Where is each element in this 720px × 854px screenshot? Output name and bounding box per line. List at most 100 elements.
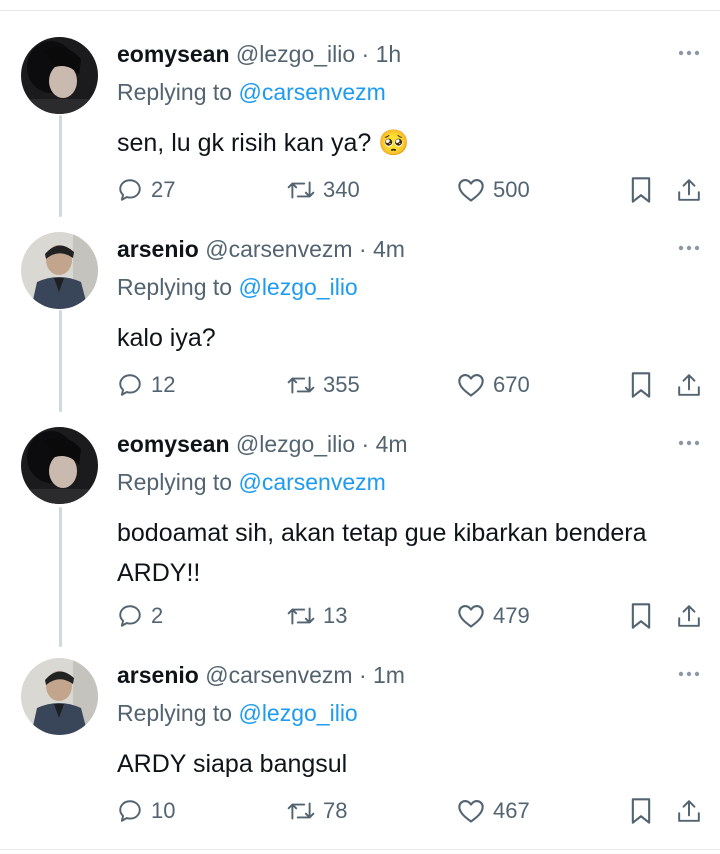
avatar-image (21, 232, 98, 309)
avatar[interactable] (21, 427, 98, 504)
tweet-text: ARDY siapa bangsul (117, 750, 348, 778)
replying-to: Replying to @carsenvezm (117, 77, 386, 107)
replying-to: Replying to @lezgo_ilio (117, 272, 358, 302)
username[interactable]: @lezgo_ilio (236, 431, 355, 457)
action-bar: 27 340 500 (0, 175, 720, 205)
avatar[interactable] (21, 37, 98, 114)
display-name[interactable]: arsenio (117, 236, 199, 262)
like-count: 500 (493, 177, 530, 202)
separator: · (361, 41, 370, 67)
reply-count: 27 (151, 177, 176, 202)
reply-icon (119, 800, 141, 822)
share-button[interactable] (677, 175, 701, 205)
reply-count: 12 (151, 372, 176, 397)
retweet-icon (287, 376, 315, 394)
replying-mention[interactable]: @carsenvezm (238, 79, 385, 105)
bookmark-button[interactable] (629, 175, 653, 205)
retweet-button[interactable]: 78 (287, 796, 347, 826)
avatar[interactable] (21, 232, 98, 309)
more-icon[interactable] (677, 439, 701, 447)
heart-icon (458, 179, 484, 202)
like-count: 670 (493, 372, 530, 397)
avatar[interactable] (21, 658, 98, 735)
like-button[interactable]: 479 (457, 601, 530, 631)
heart-icon (458, 605, 484, 628)
separator: · (361, 431, 370, 457)
separator: · (358, 236, 367, 262)
like-count: 479 (493, 603, 530, 628)
retweet-button[interactable]: 340 (287, 175, 360, 205)
retweet-count: 340 (323, 177, 360, 202)
bookmark-icon (631, 177, 651, 203)
tweet-header: eomysean @lezgo_ilio · 1h (117, 39, 401, 69)
heart-icon (458, 800, 484, 823)
timestamp[interactable]: 1h (376, 41, 402, 67)
display-name[interactable]: arsenio (117, 662, 199, 688)
share-icon (678, 374, 700, 396)
username[interactable]: @lezgo_ilio (236, 41, 355, 67)
like-count: 467 (493, 798, 530, 823)
reply-button[interactable]: 27 (117, 175, 175, 205)
share-icon (678, 179, 700, 201)
reply-button[interactable]: 12 (117, 370, 175, 400)
replying-mention[interactable]: @lezgo_ilio (238, 274, 357, 300)
tweet-text: bodoamat sih, akan tetap gue kibarkan be… (117, 519, 647, 587)
retweet-count: 355 (323, 372, 360, 397)
replying-label: Replying to (117, 469, 233, 495)
heart-icon (458, 374, 484, 397)
tweet-text: sen, lu gk risih kan ya? 🥺 (117, 129, 410, 157)
action-bar: 2 13 479 (0, 601, 720, 631)
more-icon[interactable] (677, 670, 701, 678)
tweet-header: eomysean @lezgo_ilio · 4m (117, 429, 408, 459)
retweet-count: 78 (323, 798, 348, 823)
reply-count: 2 (151, 603, 164, 628)
retweet-button[interactable]: 13 (287, 601, 347, 631)
like-button[interactable]: 670 (457, 370, 530, 400)
replying-to: Replying to @lezgo_ilio (117, 698, 358, 728)
reply-button[interactable]: 2 (117, 601, 163, 631)
bookmark-icon (631, 372, 651, 398)
reply-icon (119, 179, 141, 201)
more-icon[interactable] (677, 244, 701, 252)
replying-mention[interactable]: @carsenvezm (238, 469, 385, 495)
bookmark-icon (631, 603, 651, 629)
bottom-divider (0, 849, 720, 850)
more-icon[interactable] (677, 49, 701, 57)
timestamp[interactable]: 1m (373, 662, 405, 688)
bookmark-icon (631, 798, 651, 824)
reply-icon (119, 605, 141, 627)
timestamp[interactable]: 4m (373, 236, 405, 262)
bookmark-button[interactable] (629, 601, 653, 631)
tweet-header: arsenio @carsenvezm · 1m (117, 660, 405, 690)
replying-label: Replying to (117, 79, 233, 105)
action-bar: 10 78 467 (0, 796, 720, 826)
share-button[interactable] (677, 601, 701, 631)
bookmark-button[interactable] (629, 370, 653, 400)
share-button[interactable] (677, 796, 701, 826)
replying-label: Replying to (117, 700, 233, 726)
reply-button[interactable]: 10 (117, 796, 175, 826)
retweet-icon (287, 181, 315, 199)
separator: · (358, 662, 367, 688)
username[interactable]: @carsenvezm (205, 662, 352, 688)
retweet-button[interactable]: 355 (287, 370, 360, 400)
action-bar: 12 355 670 (0, 370, 720, 400)
retweet-icon (287, 802, 315, 820)
avatar-image (21, 658, 98, 735)
reply-icon (119, 374, 141, 396)
top-divider (0, 10, 720, 11)
timestamp[interactable]: 4m (376, 431, 408, 457)
replying-mention[interactable]: @lezgo_ilio (238, 700, 357, 726)
like-button[interactable]: 500 (457, 175, 530, 205)
like-button[interactable]: 467 (457, 796, 530, 826)
share-button[interactable] (677, 370, 701, 400)
username[interactable]: @carsenvezm (205, 236, 352, 262)
tweet-text: kalo iya? (117, 324, 216, 352)
display-name[interactable]: eomysean (117, 41, 230, 67)
replying-to: Replying to @carsenvezm (117, 467, 386, 497)
retweet-count: 13 (323, 603, 348, 628)
display-name[interactable]: eomysean (117, 431, 230, 457)
share-icon (678, 605, 700, 627)
bookmark-button[interactable] (629, 796, 653, 826)
avatar-image (21, 427, 98, 504)
